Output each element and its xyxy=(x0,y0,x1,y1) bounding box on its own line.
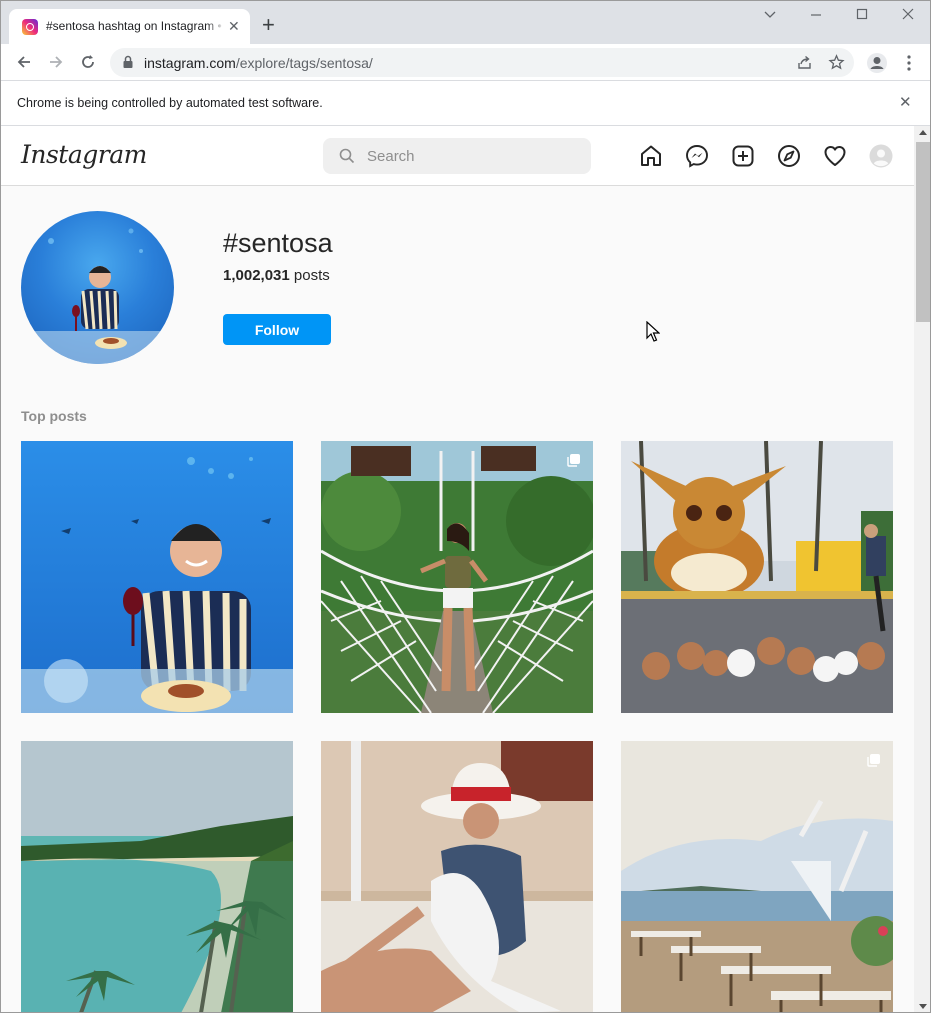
home-icon[interactable] xyxy=(639,144,663,168)
instagram-header: Instagram xyxy=(1,126,914,186)
profile-avatar-icon[interactable] xyxy=(869,144,893,168)
top-post-tile[interactable] xyxy=(21,741,293,1012)
scroll-down-arrow-icon[interactable] xyxy=(919,1004,927,1009)
eevee-statue-photo xyxy=(621,441,893,713)
follow-button[interactable]: Follow xyxy=(223,314,331,345)
bookmark-star-icon[interactable] xyxy=(828,54,845,71)
minimize-icon[interactable] xyxy=(809,7,823,21)
browser-tab[interactable]: #sentosa hashtag on Instagram • Photos a… xyxy=(9,9,250,44)
restaurant-terrace-photo xyxy=(621,741,893,1012)
tab-close-icon[interactable]: ✕ xyxy=(228,18,240,34)
scroll-up-arrow-icon[interactable] xyxy=(919,130,927,135)
reload-icon xyxy=(82,55,94,68)
post-count: 1,002,031 posts xyxy=(223,267,330,284)
instagram-favicon-icon xyxy=(22,19,38,35)
infobar-message: Chrome is being controlled by automated … xyxy=(17,96,323,110)
top-post-tile[interactable] xyxy=(621,441,893,713)
address-bar[interactable]: instagram.com/explore/tags/sentosa/ xyxy=(110,48,854,77)
tab-title: #sentosa hashtag on Instagram • Photos a… xyxy=(46,19,224,33)
activity-heart-icon[interactable] xyxy=(823,144,847,168)
instagram-logo[interactable]: Instagram xyxy=(21,140,147,169)
reload-button[interactable] xyxy=(78,52,98,72)
chrome-profile-icon[interactable] xyxy=(866,52,888,74)
hashtag-title: #sentosa xyxy=(223,228,333,258)
scroll-thumb[interactable] xyxy=(916,142,930,322)
new-post-icon[interactable] xyxy=(731,144,755,168)
tab-search-chevron-icon[interactable] xyxy=(763,7,777,21)
url-text: instagram.com/explore/tags/sentosa/ xyxy=(144,55,373,71)
post-count-label: posts xyxy=(293,267,330,284)
url-path: /explore/tags/sentosa/ xyxy=(235,55,373,71)
window-close-icon[interactable] xyxy=(901,7,915,21)
browser-window: #sentosa hashtag on Instagram • Photos a… xyxy=(0,0,931,1013)
infobar-close-icon[interactable]: ✕ xyxy=(899,95,912,110)
mouse-cursor-icon xyxy=(646,321,660,342)
explore-compass-icon[interactable] xyxy=(777,144,801,168)
instagram-page: Instagram Search #sentosa 1,002,031 post… xyxy=(1,126,914,1012)
forward-arrow-icon xyxy=(50,56,63,68)
title-bar: #sentosa hashtag on Instagram • Photos a… xyxy=(1,1,930,44)
woman-in-hat-photo xyxy=(321,741,593,1012)
rope-bridge-photo xyxy=(321,441,593,713)
browser-toolbar: instagram.com/explore/tags/sentosa/ xyxy=(1,44,930,81)
hashtag-profile-image xyxy=(21,211,174,364)
back-arrow-icon xyxy=(17,56,30,68)
top-post-tile[interactable] xyxy=(21,441,293,713)
page-scrollbar[interactable] xyxy=(914,126,930,1012)
top-post-tile[interactable] xyxy=(321,741,593,1012)
multiple-photos-icon xyxy=(567,454,580,467)
url-host: instagram.com xyxy=(144,55,236,71)
new-tab-button[interactable]: + xyxy=(262,14,275,36)
multiple-photos-icon xyxy=(867,754,880,767)
messenger-icon[interactable] xyxy=(685,144,709,168)
top-post-tile[interactable] xyxy=(621,741,893,1012)
search-box[interactable] xyxy=(323,138,591,174)
aquarium-dinner-illustration xyxy=(21,228,174,364)
top-posts-heading: Top posts xyxy=(21,408,87,424)
share-icon[interactable] xyxy=(796,54,813,71)
forward-button[interactable] xyxy=(46,52,66,72)
chrome-menu-icon[interactable] xyxy=(903,54,915,72)
back-button[interactable] xyxy=(14,52,34,72)
lock-icon[interactable] xyxy=(122,55,134,69)
maximize-icon[interactable] xyxy=(855,7,869,21)
post-count-number: 1,002,031 xyxy=(223,267,290,284)
automation-infobar: Chrome is being controlled by automated … xyxy=(1,81,930,126)
search-input[interactable] xyxy=(367,147,577,165)
aquarium-dinner-photo xyxy=(21,441,293,713)
beach-lagoon-photo xyxy=(21,741,293,1012)
search-icon xyxy=(339,148,355,164)
top-post-tile[interactable] xyxy=(321,441,593,713)
